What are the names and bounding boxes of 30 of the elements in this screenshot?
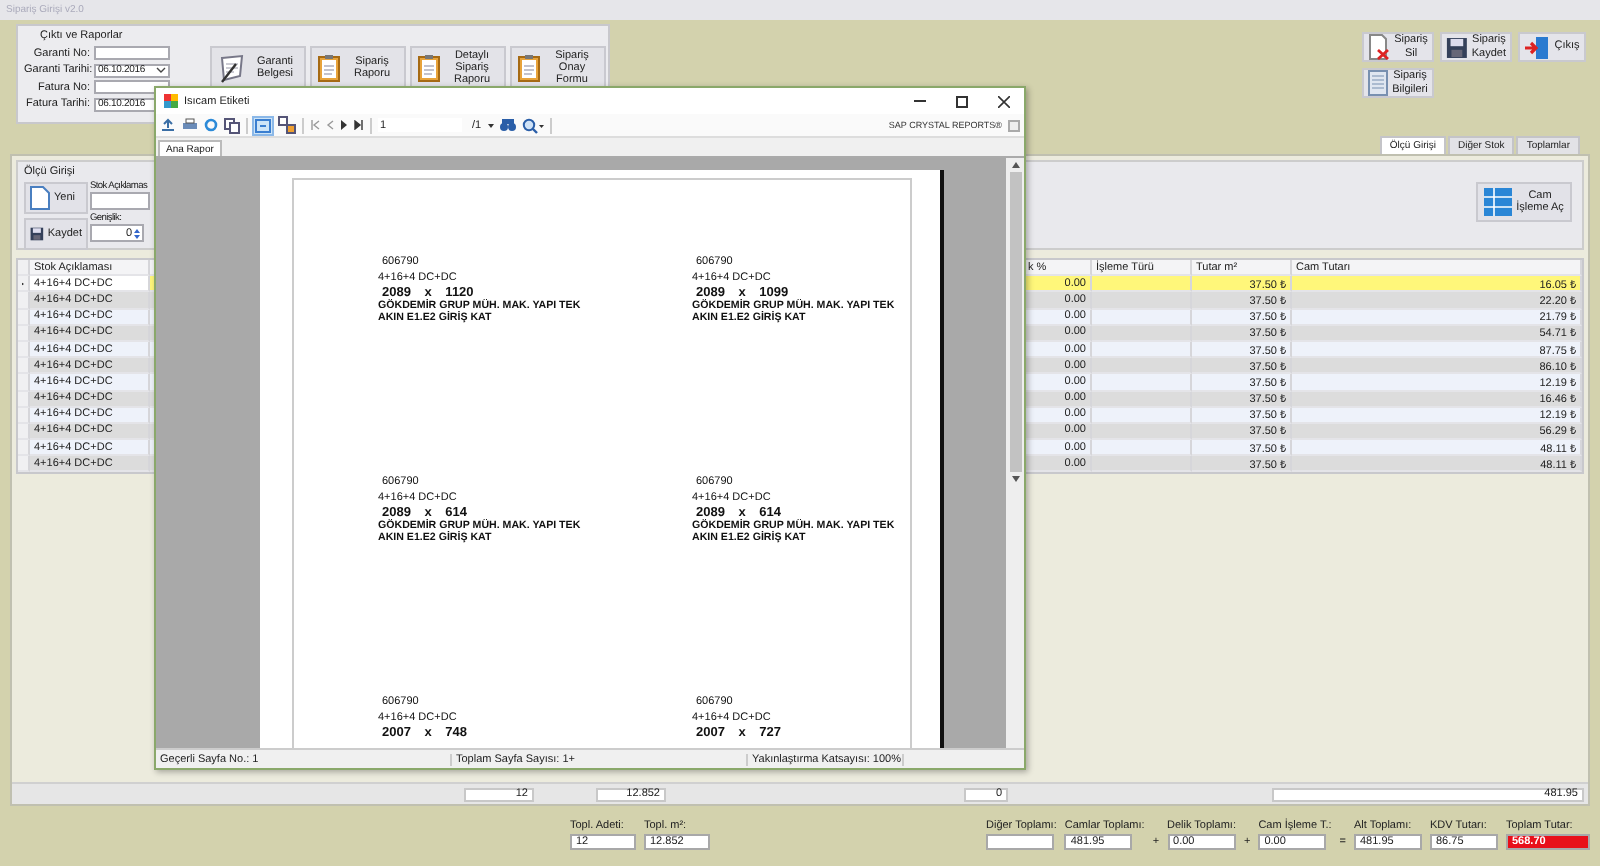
last-page-icon[interactable] [354,120,364,130]
panel-toggle-icon[interactable] [1008,119,1020,131]
export-icon[interactable] [160,118,176,132]
binoculars-icon[interactable] [499,118,516,132]
new-document-icon [30,186,50,210]
clipboard-icon [318,54,340,82]
clipboard-icon [518,54,540,82]
scroll-up-icon[interactable] [1011,162,1019,168]
print-icon[interactable] [182,118,198,132]
document-icon [1368,70,1388,96]
maximize-icon[interactable] [956,95,968,107]
refresh-icon[interactable] [204,118,218,132]
clipboard-icon [418,54,440,82]
document-delete-icon [1368,34,1390,60]
input-field[interactable] [94,46,170,60]
input-field[interactable] [90,192,150,210]
grid-icon [1484,188,1512,216]
first-page-icon[interactable] [310,120,320,130]
certificate-icon [218,53,246,83]
dropdown-icon [156,66,166,74]
parameters-icon[interactable] [278,116,296,134]
app-icon [164,94,178,108]
zoom-icon[interactable] [521,117,544,133]
copy-icon[interactable] [224,117,240,133]
group-tree-icon[interactable] [254,117,272,133]
next-page-icon[interactable] [340,120,348,130]
close-icon[interactable] [998,95,1010,107]
exit-door-icon [1524,35,1550,59]
spinner-icon [134,227,140,239]
previous-page-icon[interactable] [326,120,334,130]
